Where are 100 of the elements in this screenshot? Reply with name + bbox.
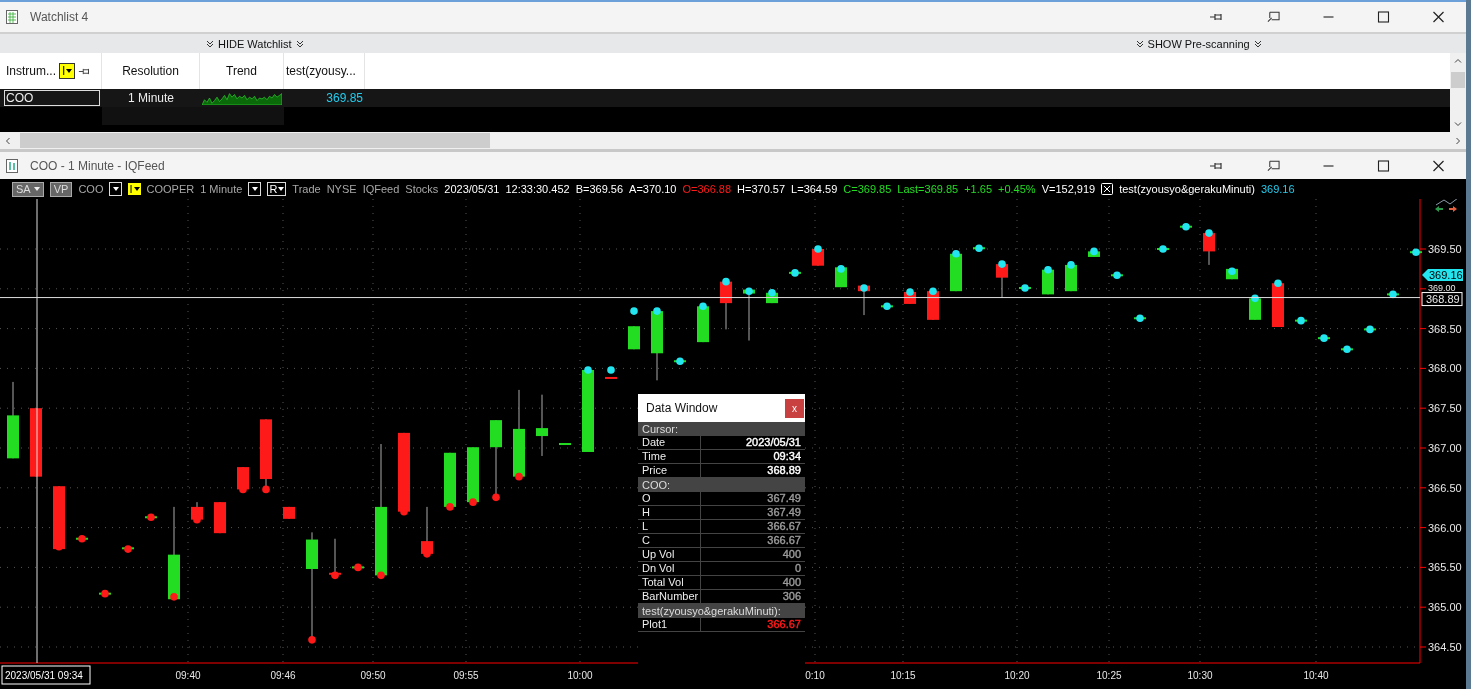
axis-label: 10:30 bbox=[1187, 670, 1213, 681]
toggle-button[interactable]: HIDE Watchlist bbox=[206, 37, 304, 50]
axis-label: 368.50 bbox=[1428, 322, 1462, 335]
section-heading: COO: bbox=[638, 478, 805, 492]
plot-dot bbox=[1274, 279, 1282, 288]
close-icon[interactable] bbox=[1432, 159, 1445, 172]
candlestick bbox=[53, 485, 65, 550]
plot-dot bbox=[584, 366, 592, 374]
field-label: Plot1 bbox=[638, 618, 701, 631]
plot-dot bbox=[676, 357, 684, 366]
field-label: Date bbox=[638, 436, 701, 449]
field-label: Time bbox=[638, 450, 701, 463]
axis-label: 10:20 bbox=[1004, 670, 1030, 681]
plot-dot bbox=[1205, 229, 1213, 237]
window-icon[interactable] bbox=[1267, 11, 1280, 23]
section-heading: Cursor: bbox=[638, 422, 805, 436]
plot-dot bbox=[1182, 222, 1190, 231]
plot-dot bbox=[1067, 261, 1075, 269]
axis-label: 09:55 bbox=[453, 670, 479, 681]
field-label: H bbox=[638, 506, 701, 519]
field-value: 367.49 bbox=[766, 506, 802, 519]
plot-dot bbox=[1090, 247, 1098, 256]
window-title: COO - 1 Minute - IQFeed bbox=[30, 158, 165, 173]
table-cell[interactable]: COO bbox=[4, 90, 100, 106]
toolbar-button[interactable]: SA bbox=[12, 181, 44, 197]
plot-dot bbox=[492, 493, 500, 502]
axis-label: 09:46 bbox=[270, 670, 296, 681]
dropdown-button[interactable]: R bbox=[267, 182, 287, 196]
field-label: O bbox=[638, 492, 701, 505]
pin-icon[interactable] bbox=[1209, 11, 1225, 23]
candlestick bbox=[628, 325, 640, 350]
caret-icon bbox=[251, 187, 258, 191]
toggle-button[interactable]: SHOW Pre-scanning bbox=[1135, 37, 1262, 50]
plot-dot bbox=[906, 288, 914, 296]
candlestick bbox=[651, 310, 663, 381]
toolbar-button[interactable]: VP bbox=[49, 181, 73, 197]
plot-dot bbox=[1044, 265, 1052, 274]
candlestick bbox=[214, 501, 226, 534]
info-text: Last=369.85 bbox=[897, 183, 959, 195]
window-icon[interactable] bbox=[1267, 159, 1280, 172]
field-value: 400 bbox=[781, 576, 802, 589]
caret-icon bbox=[133, 187, 140, 191]
filter-button[interactable]: I bbox=[59, 63, 76, 79]
table-cell-text: 1 Minute bbox=[127, 90, 175, 107]
candlestick bbox=[421, 506, 433, 555]
axis-label: 10:25 bbox=[1096, 670, 1122, 681]
plot-dot bbox=[607, 366, 615, 374]
plot-dot bbox=[952, 250, 960, 258]
plot-dot bbox=[1366, 325, 1374, 334]
field-label: L bbox=[638, 520, 701, 533]
scrollbar[interactable] bbox=[1450, 53, 1466, 132]
maximize-icon[interactable] bbox=[1377, 159, 1390, 172]
candlestick bbox=[283, 506, 295, 520]
info-text: C=369.85 bbox=[843, 183, 892, 195]
dropdown-button[interactable] bbox=[109, 182, 123, 196]
candlestick bbox=[536, 394, 548, 457]
axis-label: 10:40 bbox=[1303, 670, 1329, 681]
info-text: 12:33:30.452 bbox=[505, 183, 570, 195]
info-text: IQFeed bbox=[362, 183, 400, 195]
chart-type-icon[interactable] bbox=[1435, 199, 1459, 212]
chevron-down-icon bbox=[295, 39, 304, 48]
maximize-icon[interactable] bbox=[1377, 11, 1390, 23]
field-value: 366.67 bbox=[766, 618, 802, 631]
axis-label: 10:15 bbox=[890, 670, 916, 681]
plot-dot bbox=[469, 498, 477, 506]
plot-dot bbox=[331, 571, 339, 580]
field-label: Total Vol bbox=[638, 576, 701, 589]
plot-dot bbox=[308, 636, 316, 644]
instrument-button[interactable]: I bbox=[128, 183, 141, 195]
field-value: 306 bbox=[781, 590, 802, 603]
info-text: COOPER bbox=[146, 183, 195, 195]
panel-title: Data Window bbox=[646, 401, 718, 415]
field-value: 0 bbox=[793, 562, 802, 575]
close-button[interactable]: x bbox=[785, 398, 804, 418]
info-text: A=370.10 bbox=[629, 183, 677, 195]
info-text: Trade bbox=[292, 183, 321, 195]
plot-dot bbox=[101, 589, 109, 598]
scroll-thumb[interactable] bbox=[1451, 72, 1465, 88]
close-icon[interactable] bbox=[1432, 11, 1445, 23]
candlestick bbox=[467, 446, 479, 503]
candlestick bbox=[559, 443, 571, 445]
chart-icon bbox=[6, 158, 18, 173]
dropdown-button[interactable] bbox=[248, 182, 262, 196]
field-value: 366.67 bbox=[766, 520, 802, 533]
axis-label: 366.50 bbox=[1428, 481, 1462, 494]
axis-label: 365.00 bbox=[1428, 601, 1462, 614]
info-text: +0.45% bbox=[998, 183, 1036, 195]
candlestick bbox=[996, 263, 1008, 299]
plot-dot bbox=[147, 513, 155, 522]
info-text: NYSE bbox=[326, 183, 357, 195]
candlestick bbox=[950, 253, 962, 292]
axis-label: 09:50 bbox=[360, 670, 386, 681]
chevron-down-icon bbox=[1135, 39, 1144, 48]
info-text: 369.16 bbox=[1260, 183, 1295, 195]
chevron-down-icon bbox=[206, 39, 214, 48]
field-value: 367.49 bbox=[766, 492, 802, 505]
candlestick bbox=[605, 376, 617, 379]
plot-dot bbox=[860, 284, 868, 292]
info-text: V=152,919 bbox=[1041, 183, 1096, 195]
caret-icon bbox=[66, 69, 73, 73]
